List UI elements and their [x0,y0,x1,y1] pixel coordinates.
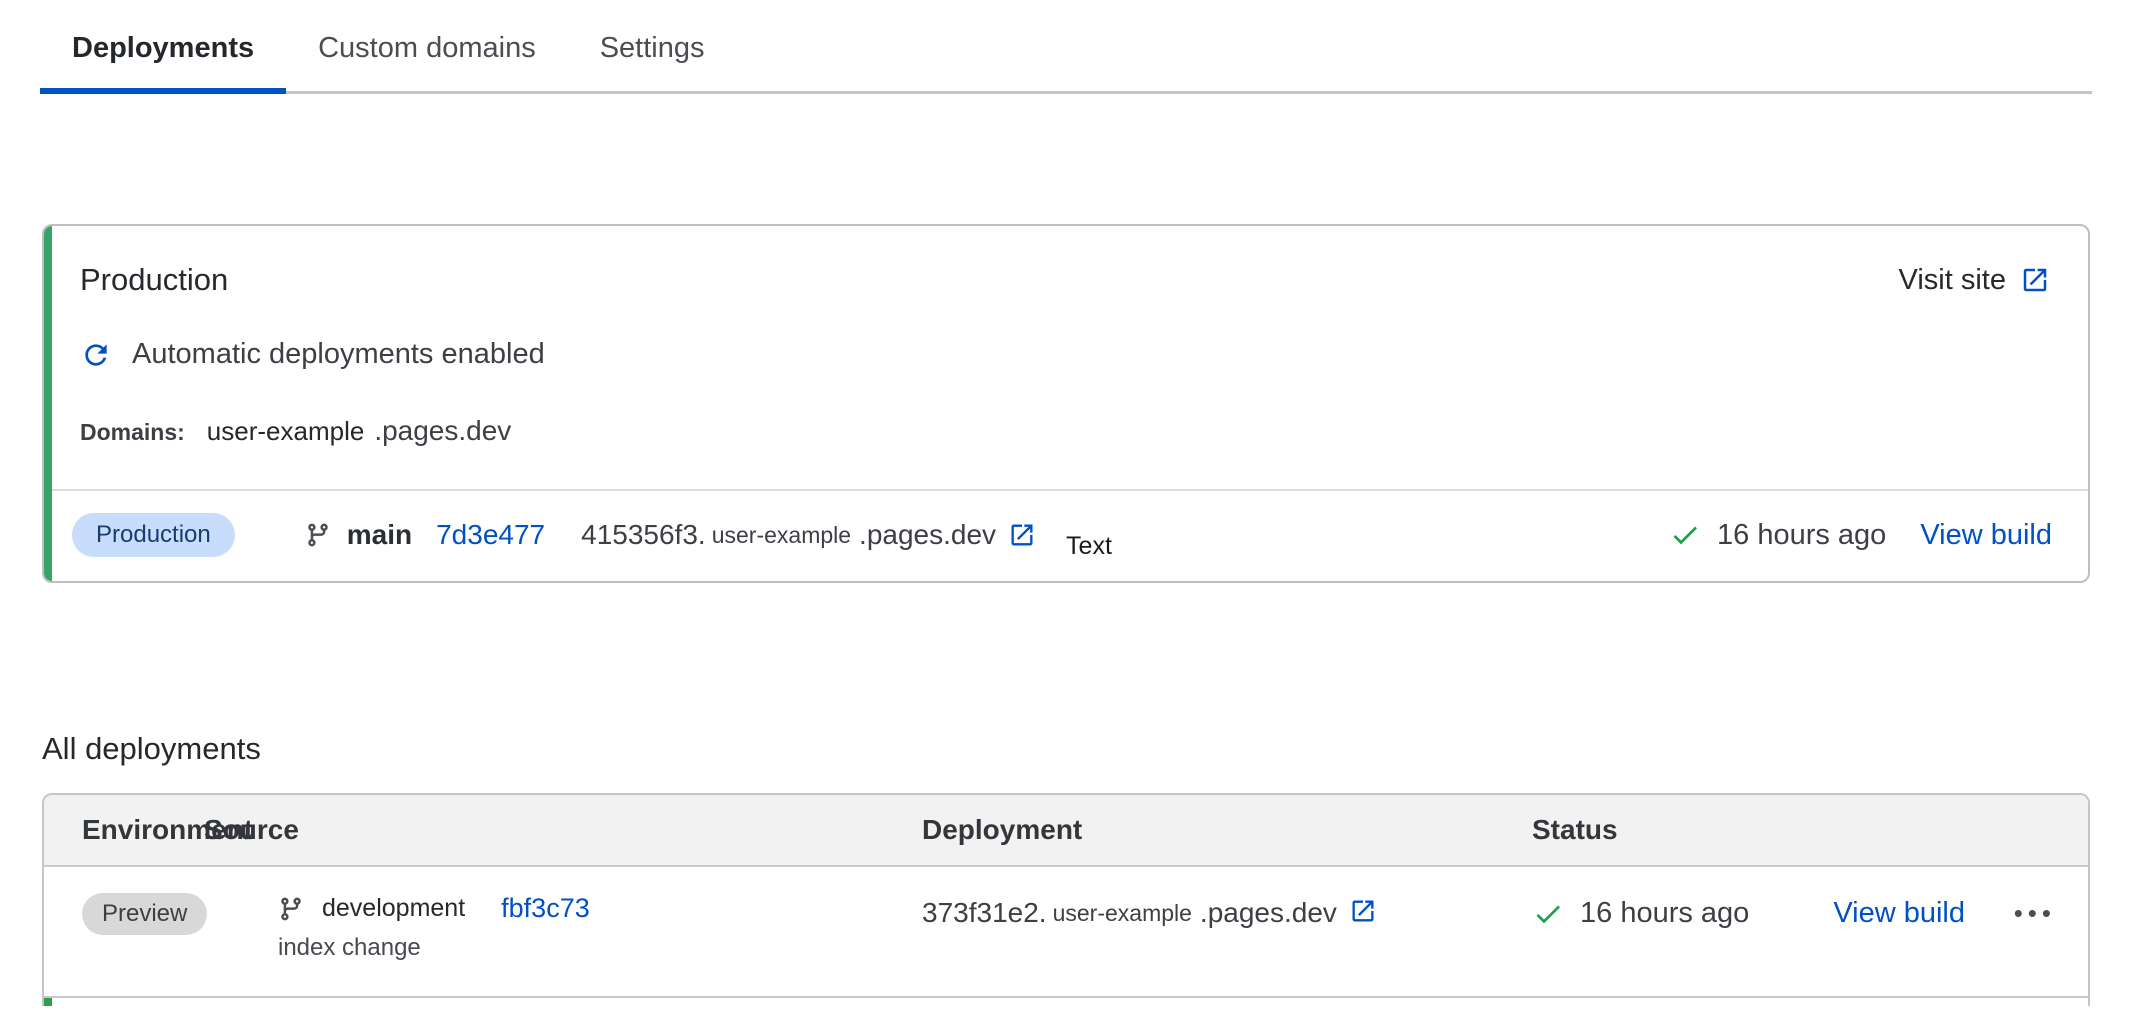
external-link-icon [2020,265,2050,295]
ellipsis-menu-icon[interactable]: ••• [2014,897,2056,929]
tab-settings[interactable]: Settings [568,0,737,91]
deployment-url-name: user-example [712,522,851,549]
external-link-icon [1349,897,1377,925]
column-header-environment: Environment [44,814,204,846]
all-deployments-title: All deployments [42,731,2090,767]
column-header-status: Status [1532,814,2088,846]
annotation-text: Text [1066,532,1112,561]
branch-name: main [347,519,412,551]
domain-name: user-example [207,416,365,447]
domain-suffix: .pages.dev [374,415,511,447]
external-link-icon [1008,521,1036,549]
column-header-deployment: Deployment [922,814,1532,846]
view-build-link[interactable]: View build [1833,897,1965,930]
commit-link[interactable]: 7d3e477 [436,519,545,551]
open-deployment-link[interactable] [1008,521,1036,549]
tab-custom-domains[interactable]: Custom domains [286,0,568,91]
refresh-icon [80,339,112,371]
deployment-url-hash: 373f31e2. [922,897,1047,929]
next-row-partial [44,998,2088,1006]
table-row: Preview development fbf3c73 index change… [44,867,2088,998]
success-check-icon [1669,519,1701,551]
table-header-row: Environment Source Deployment Status [44,795,2088,867]
auto-deployments-text: Automatic deployments enabled [132,338,545,371]
preview-environment-badge: Preview [82,893,207,935]
deployment-time: 16 hours ago [1580,897,1749,930]
tab-deployments[interactable]: Deployments [40,0,286,91]
deployment-time: 16 hours ago [1717,519,1886,552]
domains-row: Domains: user-example .pages.dev [80,415,2050,447]
deployment-url-suffix: .pages.dev [1200,897,1337,929]
production-card-top: Production Visit site Automatic deployme… [44,226,2088,489]
auto-deployments-row: Automatic deployments enabled [80,338,2050,371]
column-header-source: Source [204,814,922,846]
production-card: Production Visit site Automatic deployme… [42,224,2090,583]
visit-site-label: Visit site [1899,264,2006,297]
visit-site-link[interactable]: Visit site [1899,264,2050,297]
open-deployment-link[interactable] [1349,897,1377,925]
deployment-url-suffix: .pages.dev [859,519,996,551]
domains-label: Domains: [80,419,185,446]
branch-name: development [322,894,465,923]
production-deployment-row: Production main 7d3e477 415356f3. user-e… [44,489,2088,581]
deployments-table: Environment Source Deployment Status Pre… [42,793,2090,1006]
git-branch-icon [305,522,331,548]
commit-link[interactable]: fbf3c73 [501,893,590,924]
production-row-indicator [44,998,52,1006]
production-card-title: Production [80,262,228,298]
git-branch-icon [278,896,304,922]
commit-message: index change [278,934,922,962]
view-build-link[interactable]: View build [1920,519,2052,552]
tab-bar: Deployments Custom domains Settings [40,0,2092,94]
deployment-url: 373f31e2. user-example .pages.dev [922,897,1337,929]
production-environment-badge: Production [72,513,235,557]
deployment-url-name: user-example [1053,900,1192,927]
success-check-icon [1532,898,1564,930]
deployment-url: 415356f3. user-example .pages.dev [581,519,996,551]
deployment-url-hash: 415356f3. [581,519,706,551]
